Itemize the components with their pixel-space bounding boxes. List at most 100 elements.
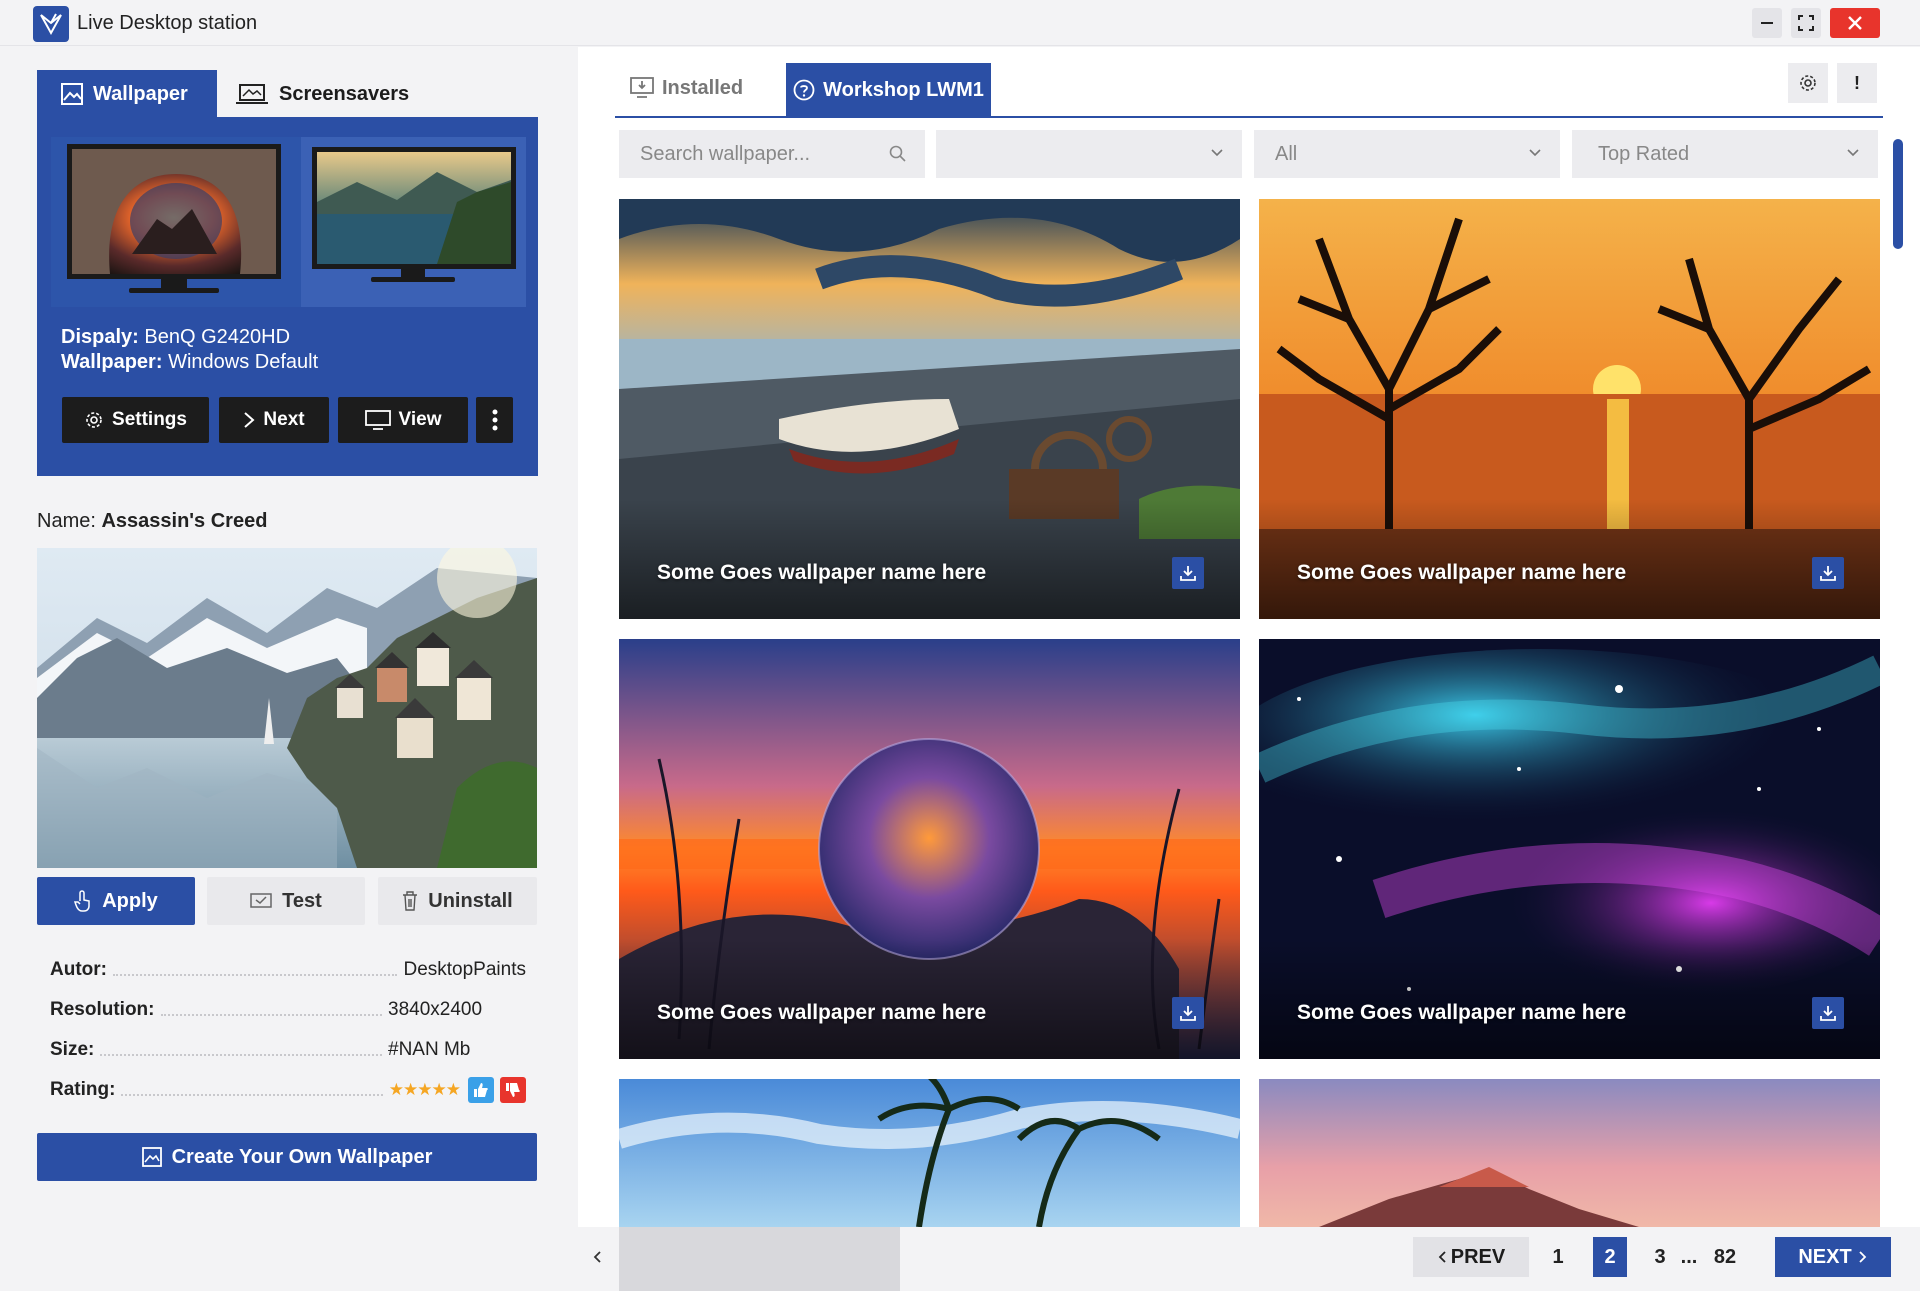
download-button[interactable]	[1172, 997, 1204, 1029]
monitor-1-selected[interactable]	[51, 137, 301, 307]
page-current[interactable]: 2	[1593, 1237, 1627, 1277]
view-button[interactable]: View	[338, 397, 468, 443]
search-icon	[889, 145, 906, 162]
chevron-left-icon	[593, 1251, 601, 1263]
monitor-area	[51, 137, 526, 307]
next-button[interactable]: Next	[219, 397, 329, 443]
uninstall-label: Uninstall	[428, 889, 513, 912]
trash-icon	[403, 891, 418, 911]
wallpaper-card[interactable]: Some Goes wallpaper name here	[1259, 199, 1880, 619]
app-title: Live Desktop station	[77, 12, 258, 34]
page-ellipsis: ...	[1680, 1245, 1698, 1268]
left-panel: Wallpaper Screensavers Dispaly: BenQ G24…	[0, 47, 577, 1291]
apply-label: Apply	[102, 889, 158, 912]
download-button[interactable]	[1812, 997, 1844, 1029]
download-icon	[1180, 566, 1196, 581]
like-button[interactable]	[468, 1077, 494, 1103]
test-button[interactable]: Test	[207, 877, 365, 925]
minimize-button[interactable]	[1752, 8, 1782, 38]
wallpaper-card[interactable]: Some Goes wallpaper name here	[619, 199, 1240, 619]
download-icon	[1180, 1006, 1196, 1021]
close-button[interactable]	[1830, 8, 1880, 38]
wallpaper-card[interactable]: Some Goes wallpaper name here	[619, 639, 1240, 1059]
help-circle-icon	[793, 79, 815, 101]
test-label: Test	[282, 889, 322, 912]
tab-wallpaper-label: Wallpaper	[93, 82, 188, 105]
settings-button[interactable]: Settings	[62, 397, 209, 443]
type-select[interactable]: All	[1254, 130, 1560, 178]
uninstall-button[interactable]: Uninstall	[378, 877, 537, 925]
view-label: View	[398, 409, 442, 430]
wallpaper-card[interactable]	[1259, 1079, 1880, 1227]
tab-underline	[615, 116, 1883, 118]
info-value: DesktopPaints	[403, 959, 526, 980]
wallpaper-card[interactable]: Some Goes wallpaper name here	[1259, 639, 1880, 1059]
page-last[interactable]: 82	[1705, 1237, 1745, 1277]
maximize-button[interactable]	[1791, 8, 1821, 38]
download-icon	[1820, 566, 1836, 581]
dislike-button[interactable]	[500, 1077, 526, 1103]
monitor-icon	[364, 410, 391, 430]
sort-select[interactable]: Top Rated	[1572, 130, 1878, 178]
monitor-2-screen[interactable]	[312, 147, 516, 269]
page-1[interactable]: 1	[1543, 1237, 1573, 1277]
card-title: Some Goes wallpaper name here	[657, 1001, 987, 1024]
tab-screensavers[interactable]: Screensavers	[235, 70, 409, 118]
chevron-right-icon	[244, 412, 255, 428]
monitor-1-screen	[67, 144, 281, 279]
minimize-icon	[1761, 22, 1773, 24]
info-dots	[160, 1004, 382, 1016]
search-input[interactable]: Search wallpaper...	[619, 130, 925, 178]
thumbs-down-icon	[506, 1083, 520, 1097]
scroll-left-button[interactable]	[592, 1247, 602, 1270]
info-row-author: Autor: DesktopPaints	[50, 955, 526, 985]
next-page-button[interactable]: NEXT	[1775, 1237, 1891, 1277]
settings-button[interactable]	[1788, 63, 1828, 103]
info-value: #NAN Mb	[388, 1039, 471, 1060]
card-title: Some Goes wallpaper name here	[1297, 561, 1627, 584]
image-icon	[61, 83, 83, 105]
wallpaper-card[interactable]	[619, 1079, 1240, 1227]
category-select[interactable]	[936, 130, 1242, 178]
chevron-right-icon	[1859, 1251, 1866, 1263]
title-bar: Live Desktop station	[0, 0, 1920, 46]
sort-value: Top Rated	[1598, 142, 1690, 165]
chevron-down-icon	[1529, 149, 1541, 157]
info-row-resolution: Resolution: 3840x2400	[50, 995, 526, 1025]
monitor-check-icon	[250, 893, 272, 908]
wallpaper-label: Wallpaper:	[61, 351, 163, 373]
app-logo-icon	[33, 6, 69, 42]
chevron-left-icon	[1438, 1251, 1446, 1263]
card-title: Some Goes wallpaper name here	[657, 561, 987, 584]
next-label: Next	[263, 409, 305, 430]
download-button[interactable]	[1172, 557, 1204, 589]
prev-page-button[interactable]: PREV	[1413, 1237, 1529, 1277]
chevron-down-icon	[1211, 149, 1223, 157]
laptop-icon	[236, 84, 268, 104]
more-options-button[interactable]	[476, 397, 513, 443]
tab-wallpaper[interactable]: Wallpaper	[37, 70, 217, 118]
apply-button[interactable]: Apply	[37, 877, 195, 925]
hand-pointer-icon	[74, 890, 90, 912]
settings-label: Settings	[112, 409, 187, 430]
download-button[interactable]	[1812, 557, 1844, 589]
create-wallpaper-label: Create Your Own Wallpaper	[171, 1145, 433, 1168]
card-shade	[1259, 939, 1880, 1059]
display-value: BenQ G2420HD	[144, 326, 291, 348]
horizontal-scrollbar[interactable]	[619, 1227, 900, 1291]
info-dots	[112, 964, 398, 976]
tab-screensavers-label: Screensavers	[279, 82, 410, 105]
create-wallpaper-button[interactable]: Create Your Own Wallpaper	[37, 1133, 537, 1181]
tab-installed-label: Installed	[662, 76, 744, 99]
prev-label: PREV	[1450, 1245, 1506, 1268]
page-3[interactable]: 3	[1645, 1237, 1675, 1277]
monitor-2-base	[371, 277, 455, 282]
info-row-rating: Rating: ★★★★★	[50, 1075, 526, 1105]
info-key: Autor:	[50, 959, 107, 980]
close-icon	[1848, 16, 1862, 30]
vertical-scrollbar[interactable]	[1893, 139, 1903, 249]
info-button[interactable]: !	[1837, 63, 1877, 103]
tab-workshop-label: Workshop LWM1	[823, 78, 984, 101]
tab-workshop[interactable]: Workshop LWM1	[786, 63, 991, 117]
tab-installed[interactable]: Installed	[630, 64, 743, 112]
